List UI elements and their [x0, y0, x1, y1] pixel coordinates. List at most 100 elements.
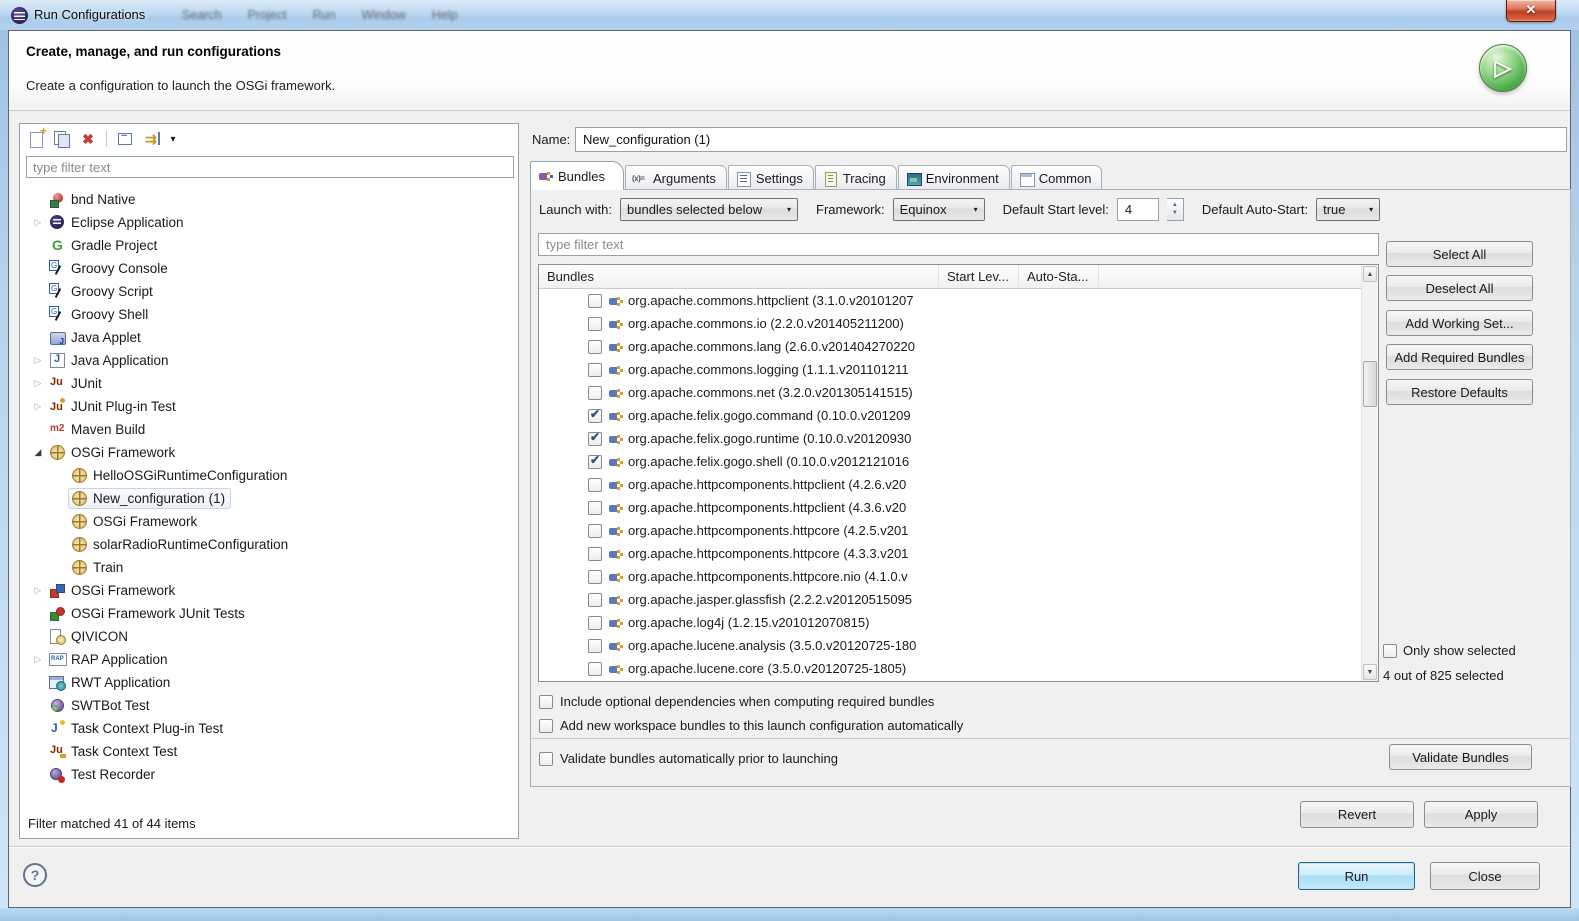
tree-item[interactable]: Groovy Shell: [20, 303, 516, 326]
tree-item[interactable]: Task Context Test: [20, 740, 516, 763]
tab-common[interactable]: Common: [1011, 165, 1103, 190]
bundle-row[interactable]: org.apache.lucene.analysis (3.5.0.v20120…: [539, 634, 1361, 657]
bundle-row[interactable]: org.apache.jasper.glassfish (2.2.2.v2012…: [539, 588, 1361, 611]
tree-item[interactable]: OSGi Framework: [20, 510, 516, 533]
tree-item[interactable]: Eclipse Application: [20, 211, 516, 234]
auto-start-select[interactable]: true▾: [1316, 198, 1380, 221]
bundle-row[interactable]: org.apache.commons.net (3.2.0.v201305141…: [539, 381, 1361, 404]
bundle-checkbox[interactable]: [588, 593, 602, 607]
expander-icon[interactable]: [30, 652, 46, 668]
bundle-checkbox[interactable]: [588, 340, 602, 354]
bundle-row[interactable]: org.apache.httpcomponents.httpclient (4.…: [539, 496, 1361, 519]
bundle-checkbox[interactable]: [588, 455, 602, 469]
bundle-checkbox[interactable]: [588, 662, 602, 676]
add-required-bundles-button[interactable]: Add Required Bundles: [1386, 344, 1533, 370]
toolbar-menu-caret-icon[interactable]: ▾: [166, 128, 180, 150]
expander-icon[interactable]: [30, 215, 46, 231]
bundle-checkbox[interactable]: [588, 432, 602, 446]
expander-icon[interactable]: [30, 353, 46, 369]
tab-settings[interactable]: Settings: [728, 165, 814, 190]
expander-icon[interactable]: [52, 560, 68, 576]
restore-defaults-button[interactable]: Restore Defaults: [1386, 379, 1533, 405]
expander-icon[interactable]: [30, 744, 46, 760]
framework-select[interactable]: Equinox▾: [893, 198, 985, 221]
add-working-set-button[interactable]: Add Working Set...: [1386, 310, 1533, 336]
window-close-button[interactable]: ✕: [1506, 0, 1556, 22]
expander-icon[interactable]: [30, 698, 46, 714]
launch-with-select[interactable]: bundles selected below▾: [620, 198, 798, 221]
bundle-checkbox[interactable]: [588, 547, 602, 561]
bundle-checkbox[interactable]: [588, 639, 602, 653]
expander-icon[interactable]: [30, 629, 46, 645]
bundle-checkbox[interactable]: [588, 386, 602, 400]
expander-icon[interactable]: [30, 192, 46, 208]
only-show-selected-checkbox[interactable]: [1383, 644, 1397, 658]
bundle-checkbox[interactable]: [588, 478, 602, 492]
tree-item[interactable]: Test Recorder: [20, 763, 516, 786]
expander-icon[interactable]: [30, 238, 46, 254]
bundle-checkbox[interactable]: [588, 363, 602, 377]
delete-configuration-icon[interactable]: ✖: [77, 128, 99, 150]
bundle-checkbox[interactable]: [588, 524, 602, 538]
close-button[interactable]: Close: [1430, 862, 1540, 890]
bundle-checkbox[interactable]: [588, 294, 602, 308]
help-button[interactable]: ?: [23, 863, 47, 887]
spinner-down-icon[interactable]: ▼: [1172, 209, 1178, 217]
start-level-spinner[interactable]: ▲▼: [1167, 198, 1184, 221]
bundle-row[interactable]: org.apache.commons.io (2.2.0.v2014052112…: [539, 312, 1361, 335]
table-scrollbar[interactable]: ▲ ▼: [1361, 265, 1378, 681]
validate-auto-checkbox[interactable]: [539, 752, 553, 766]
filter-configurations-icon[interactable]: [140, 128, 162, 150]
bundle-checkbox[interactable]: [588, 616, 602, 630]
tree-item[interactable]: Train: [20, 556, 516, 579]
expander-icon[interactable]: [52, 491, 68, 507]
tree-item[interactable]: OSGi Framework: [20, 579, 516, 602]
tree-item[interactable]: Groovy Console: [20, 257, 516, 280]
expander-icon[interactable]: [30, 422, 46, 438]
tree-item[interactable]: Maven Build: [20, 418, 516, 441]
expander-icon[interactable]: [52, 514, 68, 530]
bundle-checkbox[interactable]: [588, 409, 602, 423]
tree-item[interactable]: bnd Native: [20, 188, 516, 211]
expander-icon[interactable]: [30, 284, 46, 300]
expander-icon[interactable]: [52, 468, 68, 484]
configurations-filter-input[interactable]: [26, 156, 514, 178]
bundle-row[interactable]: org.apache.httpcomponents.httpcore.nio (…: [539, 565, 1361, 588]
bundle-row[interactable]: org.apache.httpcomponents.httpcore (4.2.…: [539, 519, 1361, 542]
expander-icon[interactable]: [30, 721, 46, 737]
tree-item[interactable]: HelloOSGiRuntimeConfiguration: [20, 464, 516, 487]
expander-icon[interactable]: [30, 583, 46, 599]
scroll-up-icon[interactable]: ▲: [1363, 266, 1377, 282]
tree-item[interactable]: Groovy Script: [20, 280, 516, 303]
expander-icon[interactable]: [30, 399, 46, 415]
expander-icon[interactable]: [30, 675, 46, 691]
bundle-checkbox[interactable]: [588, 570, 602, 584]
collapse-all-icon[interactable]: [114, 128, 136, 150]
scroll-down-icon[interactable]: ▼: [1363, 664, 1377, 680]
deselect-all-button[interactable]: Deselect All: [1386, 275, 1533, 301]
expander-icon[interactable]: [30, 307, 46, 323]
tab-tracing[interactable]: Tracing: [815, 165, 897, 190]
name-input[interactable]: [575, 127, 1567, 152]
bundle-row[interactable]: org.apache.log4j (1.2.15.v201012070815): [539, 611, 1361, 634]
tree-item[interactable]: QIVICON: [20, 625, 516, 648]
tree-item[interactable]: Java Application: [20, 349, 516, 372]
tab-arguments[interactable]: Arguments: [625, 165, 727, 190]
expander-icon[interactable]: [30, 445, 46, 461]
tree-item[interactable]: RAP Application: [20, 648, 516, 671]
bundle-row[interactable]: org.apache.httpcomponents.httpcore (4.3.…: [539, 542, 1361, 565]
bundle-row[interactable]: org.apache.commons.httpclient (3.1.0.v20…: [539, 289, 1361, 312]
revert-button[interactable]: Revert: [1300, 801, 1414, 828]
expander-icon[interactable]: [30, 767, 46, 783]
bundles-filter-input[interactable]: [538, 233, 1379, 256]
bundle-row[interactable]: org.apache.lucene.core (3.5.0.v20120725-…: [539, 657, 1361, 680]
tree-item[interactable]: Java Applet: [20, 326, 516, 349]
expander-icon[interactable]: [30, 376, 46, 392]
duplicate-configuration-icon[interactable]: [51, 128, 73, 150]
select-all-button[interactable]: Select All: [1386, 241, 1533, 267]
bundle-row[interactable]: org.apache.httpcomponents.httpclient (4.…: [539, 473, 1361, 496]
include-optional-checkbox[interactable]: [539, 695, 553, 709]
scrollbar-thumb[interactable]: [1363, 361, 1377, 407]
run-button[interactable]: Run: [1298, 862, 1415, 890]
bundle-row[interactable]: org.apache.felix.gogo.runtime (0.10.0.v2…: [539, 427, 1361, 450]
